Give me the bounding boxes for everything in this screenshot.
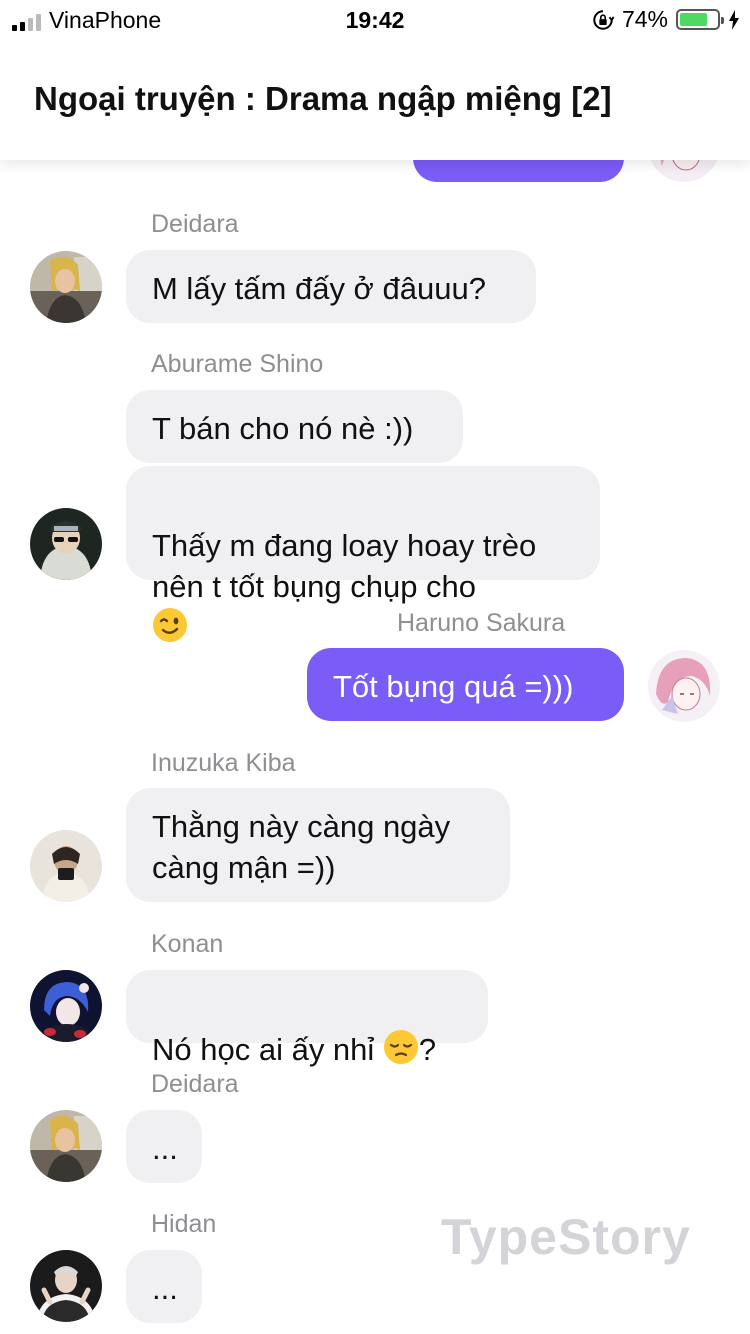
sender-name: Deidara [151, 1070, 239, 1098]
avatar-deidara[interactable] [30, 1110, 102, 1182]
avatar-deidara[interactable] [30, 251, 102, 323]
chat-thread[interactable]: Deidara M lấy tấm đấy ở đâuuu? Aburame S… [0, 160, 750, 1334]
sender-name: Konan [151, 930, 224, 958]
sakura-avatar-image [648, 650, 720, 722]
shino-avatar-image [30, 508, 102, 580]
avatar-hidan[interactable] [30, 1250, 102, 1322]
konan-avatar-image [30, 970, 102, 1042]
sender-name: Inuzuka Kiba [151, 749, 296, 777]
sender-name: Aburame Shino [151, 350, 324, 378]
status-right: 74% [592, 6, 740, 33]
avatar-konan[interactable] [30, 970, 102, 1042]
message-bubble[interactable]: ... [126, 1250, 202, 1323]
message-bubble-previous [413, 160, 624, 182]
avatar-shino[interactable] [30, 508, 102, 580]
message-bubble[interactable]: Thằng này càng ngày càng mận =)) [126, 788, 510, 902]
avatar-sakura-previous[interactable] [648, 160, 720, 182]
message-bubble[interactable]: T bán cho nó nè :)) [126, 390, 463, 463]
sender-name: Deidara [151, 210, 239, 238]
sender-name: Hidan [151, 1210, 217, 1238]
avatar-kiba[interactable] [30, 830, 102, 902]
message-bubble[interactable]: ... [126, 1110, 202, 1183]
deidara-avatar-image [30, 251, 102, 323]
message-text-suffix: ? [418, 1032, 437, 1067]
status-bar: VinaPhone 19:42 74% [0, 0, 750, 40]
sakura-avatar-image [648, 160, 720, 182]
sender-name: Haruno Sakura [397, 609, 566, 637]
hidan-avatar-image [30, 1250, 102, 1322]
message-bubble[interactable]: Thấy m đang loay hoay trèo nên t tốt bụn… [126, 466, 600, 642]
charging-bolt-icon [729, 9, 739, 30]
chat-header: Ngoại truyện : Drama ngập miệng [2] [0, 40, 750, 160]
typestory-watermark: TypeStory [441, 1209, 691, 1265]
message-bubble[interactable]: Nó học ai ấy nhỉ ? [126, 970, 488, 1067]
battery-icon [676, 9, 724, 30]
page-title: Ngoại truyện : Drama ngập miệng [2] [34, 80, 612, 117]
message-text: Thấy m đang loay hoay trèo nên t tốt bụn… [152, 528, 537, 604]
winking-face-emoji [153, 608, 187, 642]
pensive-face-emoji [383, 1030, 418, 1064]
message-text: Nó học ai ấy nhỉ [152, 1032, 383, 1067]
battery-percent: 74% [621, 6, 668, 32]
message-bubble-outgoing[interactable]: Tốt bụng quá =))) [307, 648, 624, 721]
avatar-sakura[interactable] [648, 650, 720, 722]
message-bubble[interactable]: M lấy tấm đấy ở đâuuu? [126, 250, 536, 323]
deidara-avatar-image [30, 1110, 102, 1182]
kiba-avatar-image [30, 830, 102, 902]
rotation-lock-icon [593, 9, 614, 30]
